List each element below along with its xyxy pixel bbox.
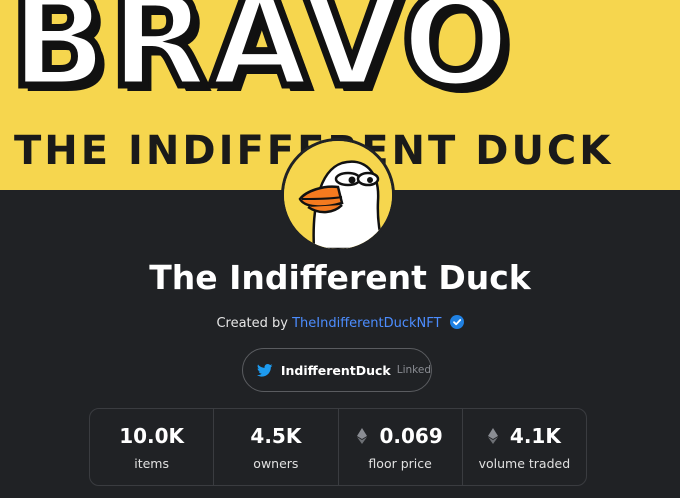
- collection-avatar[interactable]: [281, 138, 395, 252]
- stat-owners[interactable]: 4.5K owners: [214, 409, 339, 485]
- twitter-link-button[interactable]: IndifferentDuck Linked: [242, 348, 432, 392]
- stat-value-text: 10.0K: [119, 423, 185, 448]
- duck-icon: [284, 141, 392, 249]
- stat-value: 4.1K: [487, 423, 561, 448]
- twitter-icon: [257, 363, 273, 377]
- created-by: Created by TheIndifferentDuckNFT: [0, 315, 680, 331]
- stat-label: floor price: [368, 455, 432, 471]
- stat-label: volume traded: [478, 455, 571, 471]
- twitter-linked-status: Linked: [396, 364, 431, 376]
- creator-link[interactable]: TheIndifferentDuckNFT: [292, 316, 441, 331]
- stat-value: 10.0K: [119, 424, 184, 448]
- ethereum-icon: [357, 427, 368, 444]
- stat-items[interactable]: 10.0K items: [90, 409, 215, 485]
- ethereum-icon: [487, 427, 498, 444]
- stat-value-text: 0.069: [379, 423, 443, 448]
- stat-volume-traded[interactable]: 4.1K volume traded: [463, 409, 586, 485]
- stat-label: items: [134, 455, 169, 471]
- stat-floor-price[interactable]: 0.069 floor price: [339, 409, 463, 485]
- stat-label: owners: [253, 455, 299, 471]
- collection-stats: 10.0K items 4.5K owners 0.069 floor pric…: [89, 408, 587, 486]
- twitter-handle: IndifferentDuck: [280, 362, 391, 378]
- banner-headline: BRAVO: [6, 0, 513, 116]
- stat-value: 4.5K: [250, 424, 301, 448]
- collection-title: The Indifferent Duck: [149, 258, 531, 297]
- verified-badge-icon: [449, 315, 464, 329]
- stat-value-text: 4.1K: [509, 423, 561, 448]
- stat-value-text: 4.5K: [250, 423, 302, 448]
- created-by-label: Created by: [216, 316, 288, 331]
- stat-value: 0.069: [357, 423, 443, 448]
